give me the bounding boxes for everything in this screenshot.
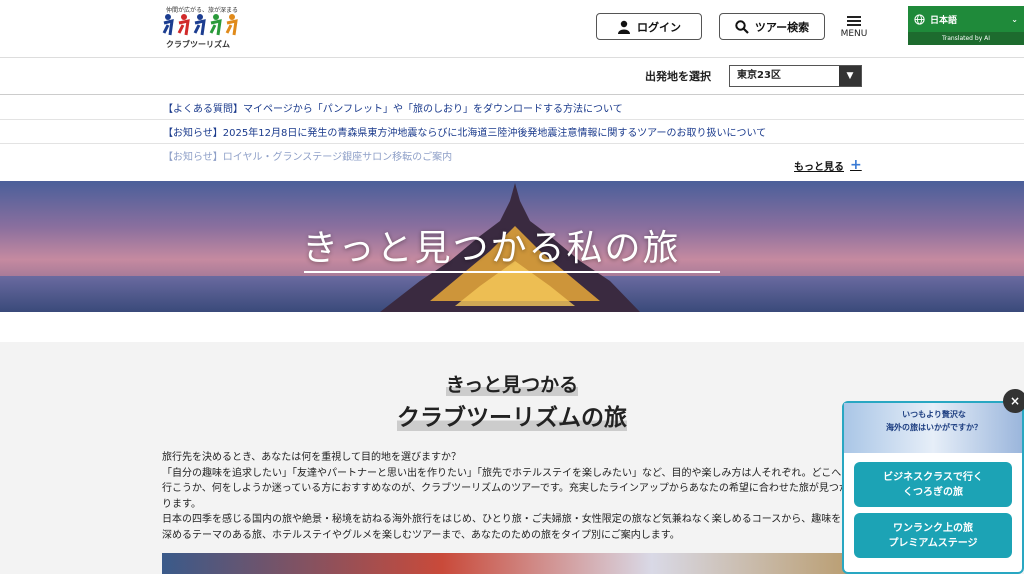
globe-icon	[914, 13, 925, 25]
hero-title: きっと見つかる私の旅	[302, 228, 681, 269]
close-popup-button[interactable]: ×	[1003, 389, 1024, 413]
origin-selector-bar: 出発地を選択 東京23区 ▼	[0, 58, 1024, 95]
news-item-link[interactable]: 【お知らせ】2025年12月8日に発生の青森県東方沖地震ならびに北海道三陸沖後発…	[163, 124, 766, 139]
menu-label: MENU	[840, 29, 868, 39]
news-list: 【よくある質問】マイページから「パンフレット」や「旅のしおり」をダウンロードする…	[0, 96, 1024, 181]
popup-image: いつもより贅沢な 海外の旅はいかがですか？	[844, 403, 1022, 453]
hamburger-icon	[838, 16, 870, 26]
see-more-label: もっと見る	[794, 161, 844, 173]
origin-label: 出発地を選択	[645, 70, 711, 83]
site-logo[interactable]: 仲間が広がる、旅が深まる クラブツーリズム	[162, 5, 242, 49]
origin-selected-value: 東京23区	[737, 70, 781, 81]
chevron-down-icon: ⌄	[1011, 14, 1018, 24]
see-more-link[interactable]: もっと見る +	[794, 157, 862, 173]
logo-brand-name: クラブツーリズム	[166, 40, 230, 49]
plus-icon: +	[850, 157, 862, 173]
site-header: 仲間が広がる、旅が深まる クラブツーリズム ログイン ツアー検索 MENU 日本…	[0, 0, 1024, 58]
section-heading-sub: きっと見つかる	[445, 374, 579, 396]
chevron-down-icon: ▼	[839, 66, 861, 86]
language-label: 日本語	[930, 15, 958, 26]
news-item-link[interactable]: 【よくある質問】マイページから「パンフレット」や「旅のしおり」をダウンロードする…	[163, 100, 623, 115]
hero-banner: きっと見つかる私の旅	[0, 181, 1024, 312]
business-class-button[interactable]: ビジネスクラスで行く くつろぎの旅	[854, 462, 1012, 507]
language-selector[interactable]: 日本語 ⌄ Translated by AI	[908, 6, 1024, 45]
tour-search-button[interactable]: ツアー検索	[719, 13, 825, 40]
intro-paragraph: 旅行先を決めるとき、あなたは何を重視して目的地を選びますか？ 「自分の趣味を追求…	[162, 452, 849, 541]
menu-button[interactable]: MENU	[838, 14, 870, 44]
origin-select[interactable]: 東京23区 ▼	[729, 65, 862, 87]
premium-travel-popup: いつもより贅沢な 海外の旅はいかがですか？ ビジネスクラスで行く くつろぎの旅 …	[842, 401, 1024, 574]
logo-figures-icon	[162, 14, 238, 36]
news-item[interactable]: 【お知らせ】2025年12月8日に発生の青森県東方沖地震ならびに北海道三陸沖後発…	[0, 120, 1024, 144]
news-item[interactable]: 【よくある質問】マイページから「パンフレット」や「旅のしおり」をダウンロードする…	[0, 96, 1024, 120]
hero-underline	[304, 271, 720, 273]
user-icon	[618, 20, 630, 34]
news-item[interactable]: 【お知らせ】ロイヤル・グランステージ銀座サロン移転のご案内	[0, 144, 1024, 168]
popup-image-text: いつもより贅沢な 海外の旅はいかがですか？	[886, 410, 982, 432]
tour-search-label: ツアー検索	[754, 20, 810, 34]
login-button[interactable]: ログイン	[596, 13, 702, 40]
travel-banner-image[interactable]	[162, 553, 862, 574]
login-button-label: ログイン	[637, 20, 681, 34]
search-icon	[735, 19, 749, 34]
translated-by-note: Translated by AI	[908, 32, 1024, 45]
language-dropdown[interactable]: 日本語 ⌄	[908, 6, 1024, 32]
premium-stage-button[interactable]: ワンランク上の旅 プレミアムステージ	[854, 513, 1012, 558]
news-item-link[interactable]: 【お知らせ】ロイヤル・グランステージ銀座サロン移転のご案内	[163, 148, 452, 163]
